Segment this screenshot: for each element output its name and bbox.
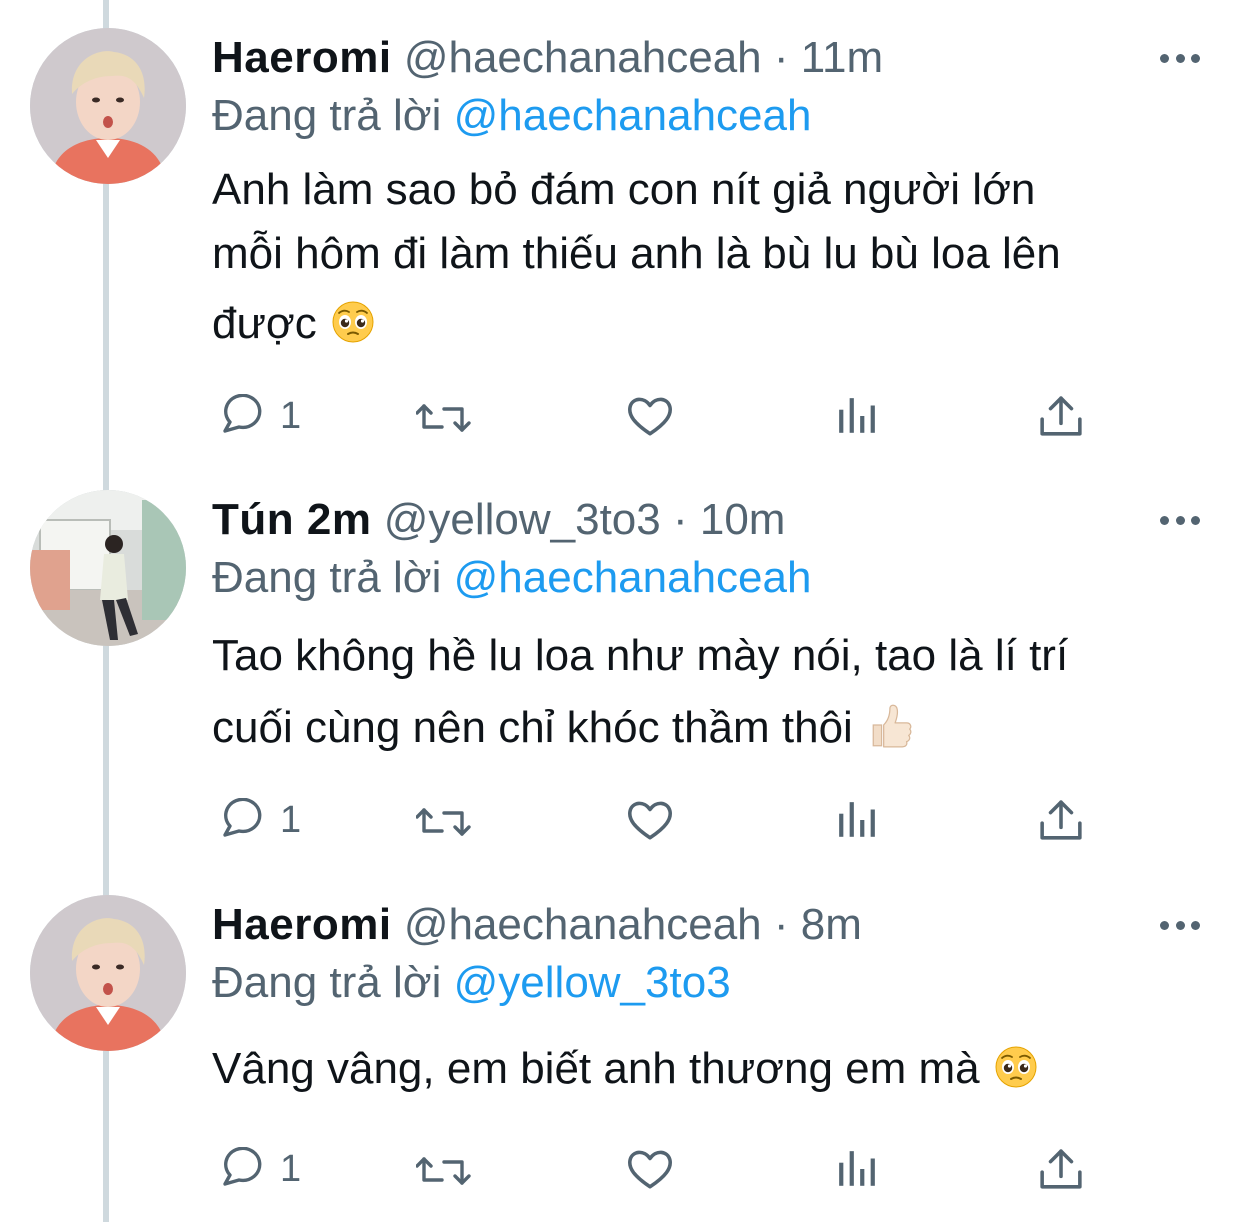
analytics-icon (839, 802, 875, 837)
reply-icon (223, 394, 262, 433)
share-button[interactable] (1040, 796, 1082, 844)
like-icon (628, 1150, 672, 1189)
retweet-button[interactable] (416, 392, 472, 440)
replying-to: Đang trả lời @yellow_3to3 (212, 953, 731, 1013)
analytics-button[interactable] (836, 796, 878, 844)
display-name[interactable]: Haeromi (212, 900, 392, 949)
share-icon (1040, 800, 1082, 840)
reply-icon (223, 798, 262, 837)
share-icon (1040, 1149, 1082, 1189)
replying-to: Đang trả lời @haechanahceah (212, 86, 811, 146)
mention-link[interactable]: @haechanahceah (454, 91, 812, 140)
tweet-actions: 1 (212, 796, 1092, 844)
tweet-text-line: Anh làm sao bỏ đám con nít giả người lớn (212, 165, 1036, 214)
tweet-text-line: Tao không hề lu loa như mày nói, tao là … (212, 631, 1069, 680)
more-icon[interactable] (1160, 919, 1200, 931)
tweet-text: Vâng vâng, em biết anh thương em mà (212, 1037, 1202, 1101)
analytics-icon (839, 1151, 875, 1186)
user-handle[interactable]: @haechanahceah (404, 33, 762, 82)
timestamp[interactable]: 11m (801, 33, 883, 82)
mention-link[interactable]: @yellow_3to3 (454, 958, 731, 1007)
tweet-header: Haeromi @haechanahceah · 11m (212, 28, 1122, 88)
analytics-button[interactable] (836, 1145, 878, 1193)
retweet-icon (416, 404, 471, 432)
share-button[interactable] (1040, 1145, 1082, 1193)
mention-link[interactable]: @haechanahceah (454, 553, 812, 602)
tweet-text-line: mỗi hôm đi làm thiếu anh là bù lu bù loa… (212, 229, 1061, 278)
like-icon (628, 397, 672, 436)
tweet-text: Anh làm sao bỏ đám con nít giả người lớn… (212, 158, 1202, 356)
tweet-text-line: Vâng vâng, em biết anh thương em mà (212, 1044, 980, 1093)
separator-dot: · (773, 900, 789, 949)
tweet-text-line: cuối cùng nên chỉ khóc thầm thôi (212, 703, 853, 752)
retweet-button[interactable] (416, 796, 472, 844)
tweet-text: Tao không hề lu loa như mày nói, tao là … (212, 620, 1202, 764)
analytics-button[interactable] (836, 392, 878, 440)
like-button[interactable] (626, 796, 674, 844)
display-name[interactable]: Tún 2m (212, 495, 371, 544)
replying-to: Đang trả lời @haechanahceah (212, 548, 811, 608)
reply-button[interactable]: 1 (212, 796, 301, 844)
separator-dot: · (672, 495, 688, 544)
haeromi-avatar-image (30, 28, 186, 184)
analytics-icon (839, 398, 875, 433)
tweet-header: Tún 2m @yellow_3to3 · 10m (212, 490, 1122, 550)
reply-count: 1 (280, 395, 302, 437)
display-name[interactable]: Haeromi (212, 33, 392, 82)
user-handle[interactable]: @haechanahceah (404, 900, 762, 949)
replying-prefix: Đang trả lời (212, 553, 442, 602)
tun-avatar-image (30, 490, 186, 646)
separator-dot: · (773, 33, 789, 82)
like-button[interactable] (626, 1145, 674, 1193)
more-icon[interactable] (1160, 514, 1200, 526)
more-icon[interactable] (1160, 52, 1200, 64)
tweet-header: Haeromi @haechanahceah · 8m (212, 895, 1122, 955)
thumbs-up-emoji (872, 705, 912, 748)
tweet-actions: 1 (212, 1145, 1092, 1193)
reply-count: 1 (280, 799, 302, 841)
replying-prefix: Đang trả lời (212, 91, 442, 140)
user-handle[interactable]: @yellow_3to3 (384, 495, 661, 544)
retweet-button[interactable] (416, 1145, 472, 1193)
avatar[interactable] (30, 28, 186, 184)
retweet-icon (416, 1157, 471, 1185)
tweet-actions: 1 (212, 392, 1092, 440)
reply-count: 1 (280, 1148, 302, 1190)
replying-prefix: Đang trả lời (212, 958, 442, 1007)
reply-button[interactable]: 1 (212, 1145, 301, 1193)
avatar[interactable] (30, 490, 186, 646)
timestamp[interactable]: 10m (700, 495, 786, 544)
pleading-face-emoji (994, 1046, 1037, 1089)
pleading-face-emoji (331, 301, 374, 344)
haeromi-avatar-image (30, 895, 186, 1051)
share-button[interactable] (1040, 392, 1082, 440)
timestamp[interactable]: 8m (801, 900, 862, 949)
reply-button[interactable]: 1 (212, 392, 301, 440)
tweet-text-line: được (212, 299, 317, 348)
avatar[interactable] (30, 895, 186, 1051)
reply-icon (223, 1147, 262, 1186)
retweet-icon (416, 808, 471, 836)
like-icon (628, 801, 672, 840)
share-icon (1040, 396, 1082, 436)
like-button[interactable] (626, 392, 674, 440)
